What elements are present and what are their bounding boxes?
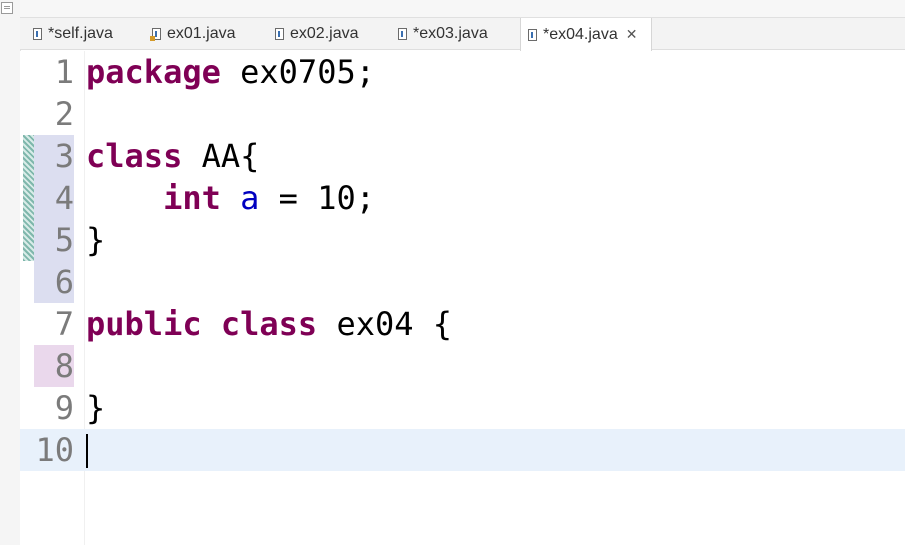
- code-token: ex04 {: [317, 305, 453, 343]
- keyword-token: public: [86, 305, 202, 343]
- code-text: package ex0705;: [86, 51, 375, 93]
- java-file-icon: [398, 28, 407, 40]
- line-number: 9: [54, 389, 74, 427]
- line-number: 6: [54, 263, 74, 301]
- tab-label: ex01.java: [167, 25, 236, 42]
- code-token: ex0705;: [220, 53, 375, 91]
- tab-label: *ex04.java: [543, 25, 618, 43]
- code-text: public class ex04 {: [86, 303, 452, 345]
- keyword-token: class: [220, 305, 318, 343]
- line-number: 8: [54, 347, 74, 385]
- tab-label: ex02.java: [290, 25, 359, 42]
- restore-view-icon[interactable]: [1, 2, 13, 14]
- line-number: 3: [54, 137, 74, 175]
- line-number: 4: [54, 179, 74, 217]
- line-number: 1: [54, 53, 74, 91]
- code-token: AA{: [182, 137, 260, 175]
- code-editor[interactable]: 1 package ex0705; 2 3 class AA{4 int a = 10;…: [20, 51, 905, 545]
- java-file-icon: [150, 28, 161, 41]
- text-caret: [86, 434, 88, 468]
- line-number: 5: [54, 221, 74, 259]
- code-line[interactable]: 3 class AA{: [20, 135, 905, 177]
- left-trim-strip: [0, 0, 21, 545]
- code-line[interactable]: 6: [20, 261, 905, 303]
- keyword-token: package: [86, 53, 221, 91]
- tab-ex01-java[interactable]: ex01.java: [145, 18, 236, 50]
- keyword-token: class: [86, 137, 183, 175]
- code-line[interactable]: 2: [20, 93, 905, 135]
- line-number: 2: [54, 95, 74, 133]
- close-tab-icon[interactable]: ✕: [626, 26, 638, 43]
- top-border: [20, 0, 905, 17]
- line-number: 10: [35, 431, 74, 469]
- field-token: a: [240, 179, 260, 217]
- tab-label: *self.java: [48, 25, 113, 42]
- editor-tab-bar: *self.java ex01.java ex02.java *ex03.jav…: [20, 17, 905, 51]
- code-text: }: [86, 387, 105, 429]
- tab-ex04-java[interactable]: *ex04.java ✕: [520, 18, 652, 51]
- java-file-icon: [275, 28, 284, 40]
- code-text: class AA{: [86, 135, 259, 177]
- code-line[interactable]: 9}: [20, 387, 905, 429]
- code-text: }: [86, 219, 105, 261]
- code-token: }: [86, 221, 106, 259]
- java-file-icon: [528, 28, 537, 41]
- tab-self-java[interactable]: *self.java: [26, 18, 113, 50]
- code-token: = 10;: [259, 179, 375, 217]
- code-text: int a = 10;: [86, 177, 375, 219]
- tab-ex03-java[interactable]: *ex03.java: [391, 18, 488, 50]
- java-file-icon: [33, 28, 42, 40]
- code-line[interactable]: 4 int a = 10;: [20, 177, 905, 219]
- keyword-token: int: [163, 179, 221, 217]
- code-line[interactable]: 10: [20, 429, 905, 471]
- tab-ex02-java[interactable]: ex02.java: [268, 18, 359, 50]
- code-token: }: [86, 389, 106, 427]
- code-line[interactable]: 1 package ex0705;: [20, 51, 905, 93]
- code-line[interactable]: 5}: [20, 219, 905, 261]
- tab-label: *ex03.java: [413, 25, 488, 42]
- code-line[interactable]: 7 public class ex04 {: [20, 303, 905, 345]
- code-line[interactable]: 8: [20, 345, 905, 387]
- line-number: 7: [54, 305, 74, 343]
